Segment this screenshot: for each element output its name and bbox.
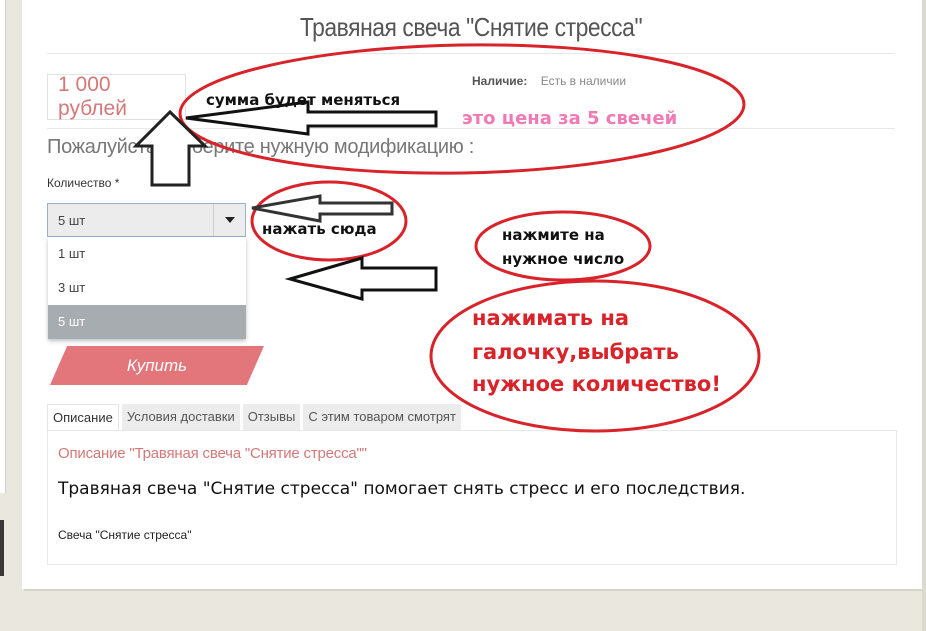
quantity-options-list: 1 шт 3 шт 5 шт <box>48 237 246 339</box>
chevron-down-icon <box>224 217 235 223</box>
price-display: 1 000 рублей <box>47 73 186 120</box>
left-panel-edge <box>0 0 6 493</box>
annotation-tick-line3: нужное количество! <box>472 372 721 396</box>
right-scroll-edge <box>922 0 926 631</box>
product-title: Травяная свеча "Снятие стресса" <box>299 12 643 42</box>
dropdown-toggle-button[interactable] <box>213 204 245 236</box>
quantity-select[interactable]: 5 шт <box>47 203 246 237</box>
description-panel: Описание "Травяная свеча "Снятие стресса… <box>47 430 897 565</box>
tab-delivery[interactable]: Условия доставки <box>121 404 240 430</box>
price-value: 1 000 рублей <box>58 73 127 120</box>
left-dark-handle <box>0 520 4 576</box>
stock-label: Наличие: <box>472 74 528 88</box>
quantity-option-5[interactable]: 5 шт <box>48 305 246 339</box>
annotation-pick-number-line2: нужное число <box>502 250 625 268</box>
tab-reviews[interactable]: Отзывы <box>242 404 301 430</box>
tab-related[interactable]: С этим товаром смотрят <box>303 404 461 430</box>
quantity-selected-value: 5 шт <box>58 212 86 228</box>
title-divider <box>47 53 895 54</box>
product-tabs: Описание Условия доставки Отзывы С этим … <box>47 404 464 430</box>
annotation-price-for-five: это цена за 5 свечей <box>462 108 678 129</box>
tab-description[interactable]: Описание <box>47 404 119 430</box>
annotation-price-changes: сумма будет меняться <box>206 91 401 109</box>
quantity-option-3[interactable]: 3 шт <box>48 271 246 305</box>
stock-value: Есть в наличии <box>540 74 627 88</box>
annotation-tick-line2: галочку,выбрать <box>472 340 679 364</box>
stock-status: Наличие: Есть в наличии <box>472 74 626 88</box>
description-text: Травяная свеча "Снятие стресса" помогает… <box>58 479 746 499</box>
annotation-click-here: нажать сюда <box>262 220 377 238</box>
quantity-option-1[interactable]: 1 шт <box>48 237 246 271</box>
annotation-tick-line1: нажимать на <box>472 306 630 330</box>
annotation-pick-number-line1: нажмите на <box>502 226 605 244</box>
buy-button[interactable]: Купить <box>50 346 264 385</box>
description-heading: Описание "Травяная свеча "Снятие стресса… <box>58 445 367 462</box>
quantity-label: Количество * <box>47 176 120 190</box>
modification-heading: Пожалуйста, выберите нужную модификацию … <box>47 136 474 158</box>
description-caption: Свеча "Снятие стресса" <box>58 528 192 542</box>
